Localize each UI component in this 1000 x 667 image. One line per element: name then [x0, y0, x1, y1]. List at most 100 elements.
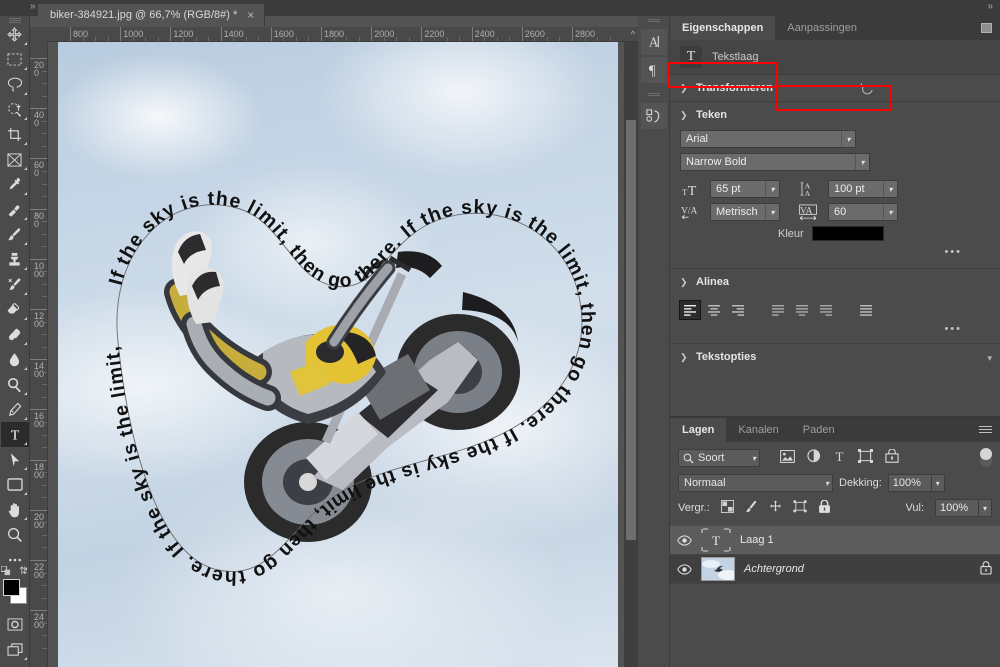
- layer-visibility-icon[interactable]: [676, 563, 692, 575]
- reset-icon[interactable]: [860, 82, 875, 98]
- canvas-scrollbar-thumb[interactable]: [626, 120, 636, 540]
- canvas-area[interactable]: If the sky is the limit, then go there. …: [48, 42, 638, 667]
- tracking-input[interactable]: 60 ▾: [828, 203, 898, 221]
- layer-name-achtergrond[interactable]: Achtergrond: [744, 563, 804, 575]
- default-colors-icon[interactable]: [0, 565, 11, 578]
- clone-stamp-tool[interactable]: [1, 247, 29, 272]
- chevron-down-icon[interactable]: ▾: [883, 181, 897, 197]
- opacity-input[interactable]: 100%: [887, 474, 932, 492]
- horizontal-ruler[interactable]: ^ 800 1000 1200 1400 1600 1800 2000 2200 2400 260…: [30, 27, 638, 42]
- fill-stepper-icon[interactable]: ▾: [979, 499, 992, 517]
- layer-name-laag-1[interactable]: Laag 1: [740, 534, 774, 546]
- quick-selection-tool[interactable]: [1, 97, 29, 122]
- pen-tool[interactable]: [1, 397, 29, 422]
- quick-mask-tool[interactable]: [1, 612, 29, 637]
- chevron-down-icon[interactable]: ▾: [765, 181, 779, 197]
- align-left-button[interactable]: [679, 300, 701, 320]
- filter-smartobject-icon[interactable]: [885, 448, 899, 466]
- section-transformeren-header[interactable]: ❯ Transformeren: [670, 75, 1000, 101]
- rectangle-tool[interactable]: [1, 472, 29, 497]
- kerning-select[interactable]: Metrisch ▾: [710, 203, 780, 221]
- filter-enable-toggle[interactable]: [980, 448, 992, 467]
- chevron-down-icon[interactable]: ❯: [680, 110, 688, 121]
- tab-kanalen[interactable]: Kanalen: [726, 418, 790, 442]
- tab-eigenschappen[interactable]: Eigenschappen: [670, 16, 776, 40]
- spot-healing-brush-tool[interactable]: [1, 197, 29, 222]
- eraser-tool[interactable]: [1, 297, 29, 322]
- section-alinea-header[interactable]: ❯ Alinea: [670, 269, 1000, 295]
- dodge-tool[interactable]: [1, 372, 29, 397]
- layers-panel-menu-icon[interactable]: [979, 426, 992, 435]
- chevron-down-icon[interactable]: ▾: [825, 479, 829, 488]
- hand-tool[interactable]: [1, 497, 29, 522]
- rectangular-marquee-tool[interactable]: [1, 47, 29, 72]
- layer-row-laag-1[interactable]: T Laag 1: [670, 526, 1000, 555]
- lasso-tool[interactable]: [1, 72, 29, 97]
- properties-panel-menu-icon[interactable]: [981, 23, 992, 33]
- close-icon[interactable]: ×: [247, 9, 254, 21]
- section-tekstopties-header[interactable]: ❯ Tekstopties ▾: [670, 344, 1000, 370]
- path-selection-tool[interactable]: [1, 447, 29, 472]
- tab-lagen[interactable]: Lagen: [670, 418, 727, 442]
- text-color-swatch[interactable]: [811, 226, 884, 241]
- type-tool[interactable]: T: [0, 422, 29, 447]
- gradient-tool[interactable]: [1, 322, 29, 347]
- tab-aanpassingen[interactable]: Aanpassingen: [775, 16, 869, 40]
- eyedropper-tool[interactable]: [1, 172, 29, 197]
- paragraph-panel-icon[interactable]: ¶: [640, 57, 667, 83]
- paragraph-more-options-button[interactable]: •••: [670, 321, 1000, 343]
- brush-tool[interactable]: [1, 222, 29, 247]
- collapse-right-icon[interactable]: »: [987, 1, 992, 12]
- justify-all-button[interactable]: [856, 301, 876, 319]
- layer-thumbnail-text[interactable]: T: [701, 528, 731, 552]
- chevron-down-icon[interactable]: ▾: [841, 131, 855, 147]
- lock-nesting-icon[interactable]: [793, 500, 807, 516]
- path-text[interactable]: If the sky is the limit, then go there. …: [58, 42, 599, 589]
- chevron-down-icon[interactable]: ❯: [680, 352, 688, 363]
- lock-position-icon[interactable]: [769, 500, 782, 516]
- layer-visibility-icon[interactable]: [676, 534, 692, 546]
- screen-mode-tool[interactable]: [1, 637, 29, 662]
- glyphs-panel-icon[interactable]: [640, 103, 667, 129]
- chevron-down-icon[interactable]: ▾: [765, 204, 779, 220]
- chevron-down-icon[interactable]: ▾: [855, 154, 869, 170]
- chevron-down-icon[interactable]: ▾: [883, 204, 897, 220]
- panel-scroll-down-icon[interactable]: ▾: [987, 353, 992, 364]
- justify-last-right-button[interactable]: [816, 301, 836, 319]
- lock-image-pixels-icon[interactable]: [745, 500, 758, 516]
- frame-tool[interactable]: [1, 147, 29, 172]
- font-family-select[interactable]: Arial ▾: [680, 130, 856, 148]
- opacity-stepper-icon[interactable]: ▾: [931, 474, 945, 492]
- dock-grip[interactable]: [647, 19, 660, 23]
- crop-tool[interactable]: [1, 122, 29, 147]
- filter-type-icon[interactable]: T: [833, 449, 846, 466]
- text-on-path-artwork[interactable]: If the sky is the limit, then go there. …: [58, 42, 618, 667]
- filter-adjustment-icon[interactable]: [807, 449, 821, 466]
- fill-input[interactable]: 100%: [935, 499, 979, 517]
- character-panel-icon[interactable]: A: [640, 29, 667, 55]
- character-more-options-button[interactable]: •••: [680, 246, 990, 258]
- chevron-down-icon[interactable]: ❯: [680, 277, 688, 288]
- chevron-right-icon[interactable]: ❯: [680, 83, 688, 94]
- lock-transparent-pixels-icon[interactable]: [720, 500, 734, 516]
- justify-last-left-button[interactable]: [768, 301, 788, 319]
- filter-shape-icon[interactable]: [858, 449, 873, 466]
- layer-row-achtergrond[interactable]: Achtergrond: [670, 555, 1000, 584]
- zoom-tool[interactable]: [1, 522, 29, 547]
- justify-last-center-button[interactable]: [792, 301, 812, 319]
- leading-input[interactable]: 100 pt ▾: [828, 180, 898, 198]
- history-brush-tool[interactable]: [1, 272, 29, 297]
- ruler-collapse-icon[interactable]: ^: [631, 29, 635, 39]
- dock-grip-2[interactable]: [647, 93, 660, 97]
- align-center-button[interactable]: [704, 301, 724, 319]
- document-tab[interactable]: biker-384921.jpg @ 66,7% (RGB/8#) * ×: [38, 4, 266, 26]
- chevron-down-icon[interactable]: ▾: [752, 454, 756, 463]
- font-style-select[interactable]: Narrow Bold ▾: [680, 153, 870, 171]
- align-right-button[interactable]: [728, 301, 748, 319]
- layer-thumbnail-background[interactable]: [701, 557, 735, 581]
- layer-locked-icon[interactable]: [980, 560, 992, 578]
- tab-paden[interactable]: Paden: [791, 418, 847, 442]
- vertical-ruler[interactable]: 200 400 600 800 1000 1200 1400 1600 1800 2000 2200…: [30, 42, 48, 667]
- font-size-input[interactable]: 65 pt ▾: [710, 180, 780, 198]
- move-tool[interactable]: [1, 22, 29, 47]
